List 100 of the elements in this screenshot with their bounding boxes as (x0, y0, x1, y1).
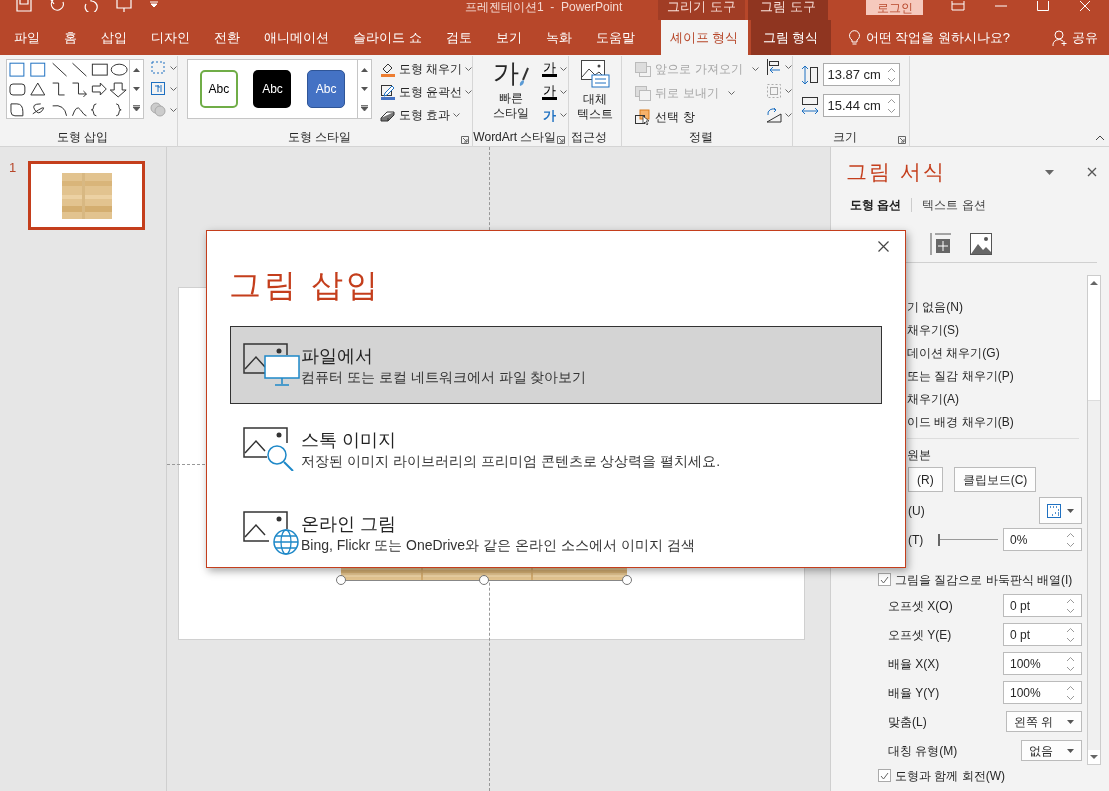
more-icon[interactable] (361, 105, 368, 112)
resize-handle[interactable] (479, 575, 489, 585)
spin-field[interactable]: 100% (1003, 652, 1082, 675)
text-style-button[interactable]: 가 (542, 84, 558, 100)
alt-text-button[interactable]: 대체 텍스트 (577, 92, 614, 122)
style-preset[interactable]: Abc (199, 70, 238, 108)
close-icon[interactable] (1087, 167, 1097, 177)
dialog-launcher-icon[interactable] (898, 136, 907, 144)
spinner-arrows-icon[interactable] (1066, 655, 1075, 672)
fill-option[interactable]: 채우기(A) (907, 391, 1109, 407)
ribbon-tab[interactable]: 셰이프 형식 (660, 20, 748, 55)
size-properties-icon[interactable] (930, 232, 952, 255)
group-label: WordArt 스타일 (473, 128, 557, 146)
ribbon-tab[interactable]: 홈 (52, 20, 89, 55)
text-box-icon[interactable] (150, 81, 166, 96)
checkbox[interactable] (878, 573, 891, 586)
context-tab-header: 그림 도구 (748, 0, 828, 20)
arrange-button[interactable]: 선택 창 (655, 107, 695, 126)
scroll-up-icon[interactable] (361, 67, 368, 72)
close-icon[interactable] (878, 241, 889, 252)
person-icon (1051, 29, 1068, 46)
spin-field[interactable]: 0 pt (1003, 623, 1082, 646)
ribbon-tab[interactable]: 파일 (2, 20, 52, 55)
spin-field[interactable]: 0 pt (1003, 594, 1082, 617)
fill-option[interactable]: 채우기(S) (907, 322, 1109, 338)
rotate-icon[interactable] (766, 107, 783, 123)
ribbon-tab[interactable]: 녹화 (533, 20, 584, 55)
shape-format-button[interactable]: 도형 윤곽선 (399, 82, 463, 101)
pane-tab[interactable]: 텍스트 옵션 (922, 196, 986, 214)
checkbox-label[interactable]: 도형과 함께 회전(W) (895, 766, 1005, 785)
shapes-gallery-drawing[interactable] (7, 60, 130, 118)
source-button[interactable]: (R) (908, 467, 943, 492)
collapse-ribbon-icon[interactable] (1095, 135, 1105, 141)
slider-track[interactable] (938, 533, 998, 546)
save-icon[interactable] (16, 0, 32, 12)
ribbon-tab[interactable]: 삽입 (89, 20, 139, 55)
group-label: 접근성 (571, 128, 608, 146)
spin-field[interactable]: 100% (1003, 681, 1082, 704)
spinner-arrows-icon[interactable] (1066, 684, 1075, 701)
insert-option[interactable]: 온라인 그림 Bing, Flickr 또는 OneDrive와 같은 온라인 소스에서 이미지 검색 (230, 494, 882, 572)
source-button[interactable]: 클립보드(C) (953, 467, 1037, 492)
checkbox[interactable] (878, 769, 891, 782)
slide-thumbnail[interactable] (28, 161, 146, 230)
quick-styles-button[interactable]: 빠른 스타일 (488, 91, 533, 121)
sign-in-button[interactable]: 로그인 (866, 0, 923, 15)
spinner-arrows-icon[interactable] (887, 66, 897, 83)
style-preset[interactable]: Abc (253, 70, 292, 108)
style-preset[interactable]: Abc (307, 70, 346, 108)
dropdown-field[interactable]: 왼쪽 위 (1005, 711, 1082, 732)
spinner-arrows-icon[interactable] (887, 97, 897, 114)
spin-field[interactable]: 0% (1003, 528, 1082, 551)
fill-option[interactable]: 이드 배경 채우기(B) (907, 414, 1109, 430)
fill-option[interactable]: 또는 질감 채우기(P) (907, 368, 1109, 384)
resize-handle[interactable] (622, 575, 632, 585)
size-field[interactable]: 13.87 cm (823, 63, 901, 86)
scroll-up-icon[interactable] (133, 67, 141, 72)
ribbon-tab[interactable]: 검토 (433, 20, 484, 55)
picture-icon[interactable] (970, 232, 992, 255)
more-icon[interactable] (133, 105, 141, 112)
spinner-arrows-icon[interactable] (1066, 531, 1075, 548)
ribbon-display-icon[interactable] (951, 1, 965, 11)
ribbon-tab[interactable]: 그림 형식 (750, 20, 831, 55)
resize-handle[interactable] (336, 575, 346, 585)
tell-me-search[interactable]: 어떤 작업을 원하시나요? (865, 27, 1011, 48)
fill-option[interactable]: 데이션 채우기(G) (907, 345, 1109, 361)
checkbox-label[interactable]: 그림을 질감으로 바둑판식 배열(I) (895, 570, 1073, 589)
redo-icon[interactable] (84, 0, 98, 12)
ribbon-tab[interactable]: 보기 (483, 20, 534, 55)
ribbon-tab[interactable]: 디자인 (139, 20, 202, 55)
align-icon[interactable] (766, 59, 783, 75)
insert-option[interactable]: 파일에서 컴퓨터 또는 로컬 네트워크에서 파일 찾아보기 (230, 326, 882, 404)
texture-dropdown[interactable] (1039, 497, 1082, 524)
dropdown-field[interactable]: 없음 (1021, 740, 1082, 761)
dialog-launcher-icon[interactable] (461, 136, 470, 144)
text-style-button[interactable]: 가 (542, 61, 558, 77)
pane-options-caret-icon[interactable] (1045, 169, 1054, 175)
shape-format-button[interactable]: 도형 채우기 (399, 59, 463, 78)
share-button[interactable]: 공유 (1071, 27, 1098, 48)
text-style-button[interactable]: 가 (542, 108, 558, 122)
dropdown-caret-icon (133, 87, 141, 91)
spinner-arrows-icon[interactable] (1066, 597, 1075, 614)
ribbon-tab[interactable]: 애니메이션 (252, 20, 341, 55)
maximize-icon[interactable] (1037, 1, 1049, 11)
insert-option[interactable]: 스톡 이미지 저장된 이미지 라이브러리의 프리미엄 콘텐츠로 상상력을 펼치세요. (230, 410, 882, 488)
slideshow-icon[interactable] (116, 0, 132, 12)
fill-option[interactable]: 기 없음(N) (907, 299, 1109, 315)
field-label: 오프셋 X(O) (888, 597, 953, 615)
width-icon (801, 95, 820, 116)
spinner-arrows-icon[interactable] (1066, 626, 1075, 643)
undo-icon[interactable] (50, 0, 66, 12)
scrollbar[interactable] (1087, 275, 1101, 765)
ribbon-tab[interactable]: 슬라이드 쇼 (341, 20, 434, 55)
size-field[interactable]: 15.44 cm (823, 94, 901, 117)
ribbon-tab[interactable]: 전환 (202, 20, 252, 55)
dialog-launcher-icon[interactable] (557, 136, 566, 144)
shape-format-button[interactable]: 도형 효과 (399, 105, 451, 124)
pane-tab[interactable]: 도형 옵션 (850, 196, 902, 214)
ribbon-tab[interactable]: 도움말 (583, 20, 647, 55)
group-label: 정렬 (689, 128, 714, 146)
customize-caret-icon[interactable] (150, 0, 158, 8)
